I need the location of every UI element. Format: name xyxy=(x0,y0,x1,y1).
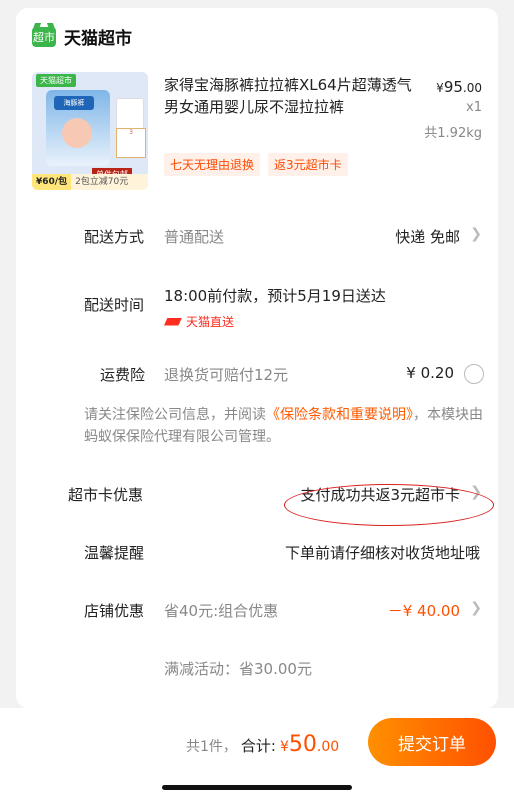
product-image[interactable]: 天猫超市 海豚裤 3 单件包邮 ¥60/包 2包立减70元 xyxy=(32,72,148,190)
shipping-insurance-label: 运费险 xyxy=(100,366,146,384)
delivery-time-label: 配送时间 xyxy=(84,296,145,314)
product-title[interactable]: 家得宝海豚裤拉拉裤XL64片超薄透气男女通用婴儿尿不湿拉拉裤 xyxy=(164,74,414,118)
pack-label: 海豚裤 xyxy=(54,96,94,110)
total-amount: ¥50.00 xyxy=(280,732,339,757)
delivery-time-value: 18:00前付款，预计5月19日送达 xyxy=(164,287,386,305)
chevron-right-icon[interactable]: ❯ xyxy=(470,600,482,616)
product-badges: 七天无理由退换 返3元超市卡 xyxy=(164,153,348,176)
store-discount-desc[interactable]: 省40元:组合优惠 xyxy=(164,600,278,621)
product-quantity: x1 xyxy=(466,100,482,115)
product-weight: 共1.92kg xyxy=(424,126,482,141)
total-currency: ¥ xyxy=(279,739,289,755)
order-card: 超市 天猫超市 天猫超市 海豚裤 3 单件包邮 ¥60/包 2包立减70元 家得… xyxy=(16,8,498,708)
price-decimal: .00 xyxy=(462,81,482,95)
tmall-direct-delivery: 天猫直送 xyxy=(164,313,234,330)
bundle-deal: 2包立减70元 xyxy=(75,177,129,187)
image-price-strip: ¥60/包 2包立减70元 xyxy=(32,174,148,190)
shipping-insurance-price: ¥ 0.20 xyxy=(406,364,454,382)
checkout-bar: 共1件， 合计: ¥50.00 提交订单 xyxy=(0,708,514,800)
total-label: 合计: xyxy=(240,737,276,755)
reminder-label: 温馨提醒 xyxy=(84,544,145,562)
store-discount-amount[interactable]: －¥ 40.00 xyxy=(388,600,460,621)
product-price: ¥95.00 xyxy=(436,78,482,96)
reminder-value: 下单前请仔细核对收货地址哦 xyxy=(284,544,480,562)
store-header[interactable]: 超市 天猫超市 xyxy=(32,24,132,49)
store-name: 天猫超市 xyxy=(64,29,132,49)
image-tag: 天猫超市 xyxy=(36,74,76,87)
delivery-method-right[interactable]: 快递 免邮 xyxy=(395,226,460,247)
price-integer: 95 xyxy=(443,78,463,96)
full-reduction-promo: 满减活动：省30.00元 xyxy=(164,660,312,678)
unit-price: ¥60/包 xyxy=(32,174,72,190)
total-decimal: .00 xyxy=(316,739,340,755)
tmall-direct-label: 天猫直送 xyxy=(186,315,235,329)
cashback-badge: 返3元超市卡 xyxy=(268,153,348,176)
tmall-supermarket-logo: 超市 xyxy=(32,26,56,47)
tmall-cat-icon xyxy=(116,98,144,132)
home-indicator[interactable] xyxy=(162,785,352,790)
red-circle-highlight xyxy=(284,484,494,526)
insurance-radio[interactable] xyxy=(464,364,484,384)
total-integer: 50 xyxy=(288,732,317,757)
insurance-notice: 请关注保险公司信息，并阅读《保险条款和重要说明》，本模块由蚂蚁保保险代理有限公司… xyxy=(84,404,494,448)
baby-illustration xyxy=(62,118,92,148)
delivery-method-label: 配送方式 xyxy=(84,228,145,246)
card-discount-label: 超市卡优惠 xyxy=(68,486,144,504)
store-discount-label: 店铺优惠 xyxy=(84,602,145,620)
item-count: 共1件， xyxy=(186,739,237,755)
order-total: 共1件， 合计: ¥50.00 xyxy=(186,732,339,757)
submit-order-button[interactable]: 提交订单 xyxy=(368,718,496,766)
promo-card-icon: 3 xyxy=(116,128,146,158)
shipping-insurance-desc: 退换货可赔付12元 xyxy=(164,366,289,384)
notice-text-before: 请关注保险公司信息，并阅读 xyxy=(84,407,266,423)
chevron-right-icon[interactable]: ❯ xyxy=(470,226,482,242)
insurance-terms-link[interactable]: 《保险条款和重要说明》 xyxy=(266,407,413,423)
delivery-method-value[interactable]: 普通配送 xyxy=(164,226,224,247)
return-policy-badge: 七天无理由退换 xyxy=(164,153,261,176)
tmall-delivery-icon xyxy=(164,317,182,326)
price-currency: ¥ xyxy=(436,81,444,95)
